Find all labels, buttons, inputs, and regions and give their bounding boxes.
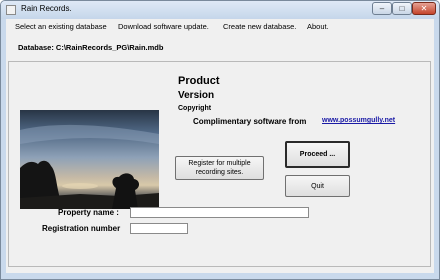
sunset-tree-photo: [20, 110, 159, 209]
close-icon[interactable]: ✕: [412, 2, 436, 15]
database-path: Database: C:\RainRecords_PG\Rain.mdb: [18, 43, 164, 52]
quit-button[interactable]: Quit: [285, 175, 350, 197]
menu-select-database[interactable]: Select an existing database: [15, 22, 107, 31]
menu-about[interactable]: About.: [307, 22, 329, 31]
registration-number-input[interactable]: [130, 223, 188, 234]
client-area: Select an existing database Download sof…: [6, 19, 434, 273]
maximize-icon[interactable]: □: [392, 2, 412, 15]
app-window: Rain Records. – □ ✕ Select an existing d…: [0, 0, 440, 280]
register-multiple-sites-button[interactable]: Register for multiple recording sites.: [175, 156, 264, 180]
product-title: Product: [178, 75, 220, 87]
menu-create-database[interactable]: Create new database.: [223, 22, 296, 31]
website-link[interactable]: www.possumgully.net: [322, 117, 395, 124]
property-name-label: Property name :: [58, 208, 119, 217]
registration-number-label: Registration number: [42, 224, 121, 233]
menu-bar: Select an existing database Download sof…: [6, 19, 434, 35]
window-title: Rain Records.: [21, 4, 72, 13]
menu-download-update[interactable]: Download software update.: [118, 22, 209, 31]
minimize-icon[interactable]: –: [372, 2, 392, 15]
version-label: Version: [178, 90, 215, 101]
proceed-button[interactable]: Proceed ...: [285, 141, 350, 168]
copyright-label: Copyright: [178, 105, 212, 112]
photo-silhouettes: [20, 124, 159, 209]
title-bar[interactable]: Rain Records. – □ ✕: [1, 1, 439, 19]
property-name-input[interactable]: [130, 207, 309, 218]
complimentary-text: Complimentary software from: [193, 117, 307, 126]
app-icon: [6, 5, 16, 15]
